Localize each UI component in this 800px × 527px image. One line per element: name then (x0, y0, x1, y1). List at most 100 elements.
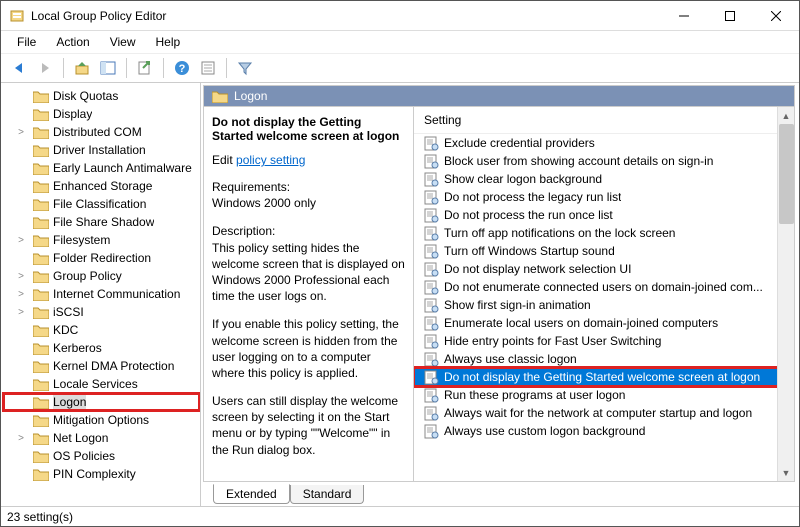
list-item[interactable]: Do not display network selection UI (414, 260, 794, 278)
folder-icon (33, 198, 49, 211)
help-button[interactable]: ? (170, 56, 194, 80)
description-p2: If you enable this policy setting, the w… (212, 316, 405, 381)
minimize-button[interactable] (661, 1, 707, 30)
list-item-label: Always use custom logon background (444, 424, 645, 438)
tree-item[interactable]: >Filesystem (3, 231, 200, 249)
settings-list-pane: Setting Exclude credential providers Bloc… (414, 107, 794, 481)
policy-icon (424, 316, 439, 331)
policy-icon (424, 154, 439, 169)
list-item[interactable]: Block user from showing account details … (414, 152, 794, 170)
policy-icon (424, 172, 439, 187)
tree-item-label: Kerberos (53, 341, 102, 355)
folder-icon (33, 306, 49, 319)
list-item[interactable]: Do not enumerate connected users on doma… (414, 278, 794, 296)
content-area: Disk Quotas Display >Distributed COM Driver… (1, 83, 799, 506)
properties-button[interactable] (196, 56, 220, 80)
tree-item[interactable]: File Share Shadow (3, 213, 200, 231)
list-item[interactable]: Do not display the Getting Started welco… (414, 368, 794, 386)
folder-icon (33, 342, 49, 355)
folder-icon (33, 180, 49, 193)
list-item[interactable]: Do not process the legacy run list (414, 188, 794, 206)
tree-item[interactable]: >Group Policy (3, 267, 200, 285)
column-header-setting[interactable]: Setting (414, 107, 794, 134)
tree-item[interactable]: >iSCSI (3, 303, 200, 321)
list-item[interactable]: Run these programs at user logon (414, 386, 794, 404)
status-text: 23 setting(s) (7, 510, 73, 524)
show-hide-tree-button[interactable] (96, 56, 120, 80)
vertical-scrollbar[interactable]: ▲ ▼ (777, 107, 794, 481)
expander-icon[interactable]: > (15, 289, 27, 300)
expander-icon[interactable]: > (15, 433, 27, 444)
policy-icon (424, 280, 439, 295)
toolbar: ? (1, 53, 799, 83)
folder-icon (33, 414, 49, 427)
tree-item[interactable]: >Distributed COM (3, 123, 200, 141)
forward-button[interactable] (33, 56, 57, 80)
tree-item[interactable]: KDC (3, 321, 200, 339)
menu-file[interactable]: File (7, 33, 46, 51)
tree-item-label: Folder Redirection (53, 251, 151, 265)
tree-item[interactable]: Enhanced Storage (3, 177, 200, 195)
tree-item[interactable]: File Classification (3, 195, 200, 213)
tree-item[interactable]: PIN Complexity (3, 465, 200, 483)
tree-item[interactable]: Display (3, 105, 200, 123)
menu-help[interactable]: Help (146, 33, 191, 51)
tree-item[interactable]: Kernel DMA Protection (3, 357, 200, 375)
list-item-label: Do not enumerate connected users on doma… (444, 280, 763, 294)
tree-item[interactable]: Logon (3, 393, 200, 411)
list-item[interactable]: Turn off Windows Startup sound (414, 242, 794, 260)
scroll-thumb[interactable] (779, 124, 794, 224)
split-panes: Do not display the Getting Started welco… (203, 107, 795, 482)
tab-extended[interactable]: Extended (213, 484, 290, 504)
menu-view[interactable]: View (100, 33, 146, 51)
tree-item[interactable]: Folder Redirection (3, 249, 200, 267)
tree-item[interactable]: >Internet Communication (3, 285, 200, 303)
export-button[interactable] (133, 56, 157, 80)
list-item-label: Block user from showing account details … (444, 154, 713, 168)
list-item[interactable]: Show first sign-in animation (414, 296, 794, 314)
expander-icon[interactable]: > (15, 127, 27, 138)
policy-icon (424, 298, 439, 313)
list-item[interactable]: Always wait for the network at computer … (414, 404, 794, 422)
folder-icon (33, 432, 49, 445)
tree-item[interactable]: Early Launch Antimalware (3, 159, 200, 177)
toolbar-separator (126, 58, 127, 78)
list-item[interactable]: Always use custom logon background (414, 422, 794, 440)
list-item[interactable]: Exclude credential providers (414, 134, 794, 152)
list-item[interactable]: Always use classic logon (414, 350, 794, 368)
tree-item[interactable]: OS Policies (3, 447, 200, 465)
tree-item-label: KDC (53, 323, 78, 337)
expander-icon[interactable]: > (15, 271, 27, 282)
menu-bar: File Action View Help (1, 31, 799, 53)
edit-policy-link[interactable]: policy setting (236, 153, 305, 167)
requirements-section: Requirements: Windows 2000 only (212, 179, 405, 211)
list-item[interactable]: Show clear logon background (414, 170, 794, 188)
list-item[interactable]: Turn off app notifications on the lock s… (414, 224, 794, 242)
tree-item[interactable]: Disk Quotas (3, 87, 200, 105)
list-item[interactable]: Enumerate local users on domain-joined c… (414, 314, 794, 332)
scroll-up-button[interactable]: ▲ (778, 107, 794, 124)
scroll-down-button[interactable]: ▼ (778, 464, 794, 481)
tree-item[interactable]: Locale Services (3, 375, 200, 393)
tree-item[interactable]: >Net Logon (3, 429, 200, 447)
tree-item[interactable]: Driver Installation (3, 141, 200, 159)
tab-standard[interactable]: Standard (290, 485, 365, 504)
tree-pane[interactable]: Disk Quotas Display >Distributed COM Driver… (1, 83, 201, 506)
tree-item-label: Display (53, 107, 92, 121)
back-button[interactable] (7, 56, 31, 80)
filter-button[interactable] (233, 56, 257, 80)
expander-icon[interactable]: > (15, 235, 27, 246)
menu-action[interactable]: Action (46, 33, 99, 51)
tree-item-label: Driver Installation (53, 143, 146, 157)
tree-item[interactable]: Kerberos (3, 339, 200, 357)
list-item[interactable]: Hide entry points for Fast User Switchin… (414, 332, 794, 350)
close-button[interactable] (753, 1, 799, 30)
expander-icon[interactable]: > (15, 307, 27, 318)
maximize-button[interactable] (707, 1, 753, 30)
list-item-label: Always use classic logon (444, 352, 577, 366)
list-item[interactable]: Do not process the run once list (414, 206, 794, 224)
up-button[interactable] (70, 56, 94, 80)
window-title: Local Group Policy Editor (31, 9, 661, 23)
policy-icon (424, 244, 439, 259)
tree-item[interactable]: Mitigation Options (3, 411, 200, 429)
